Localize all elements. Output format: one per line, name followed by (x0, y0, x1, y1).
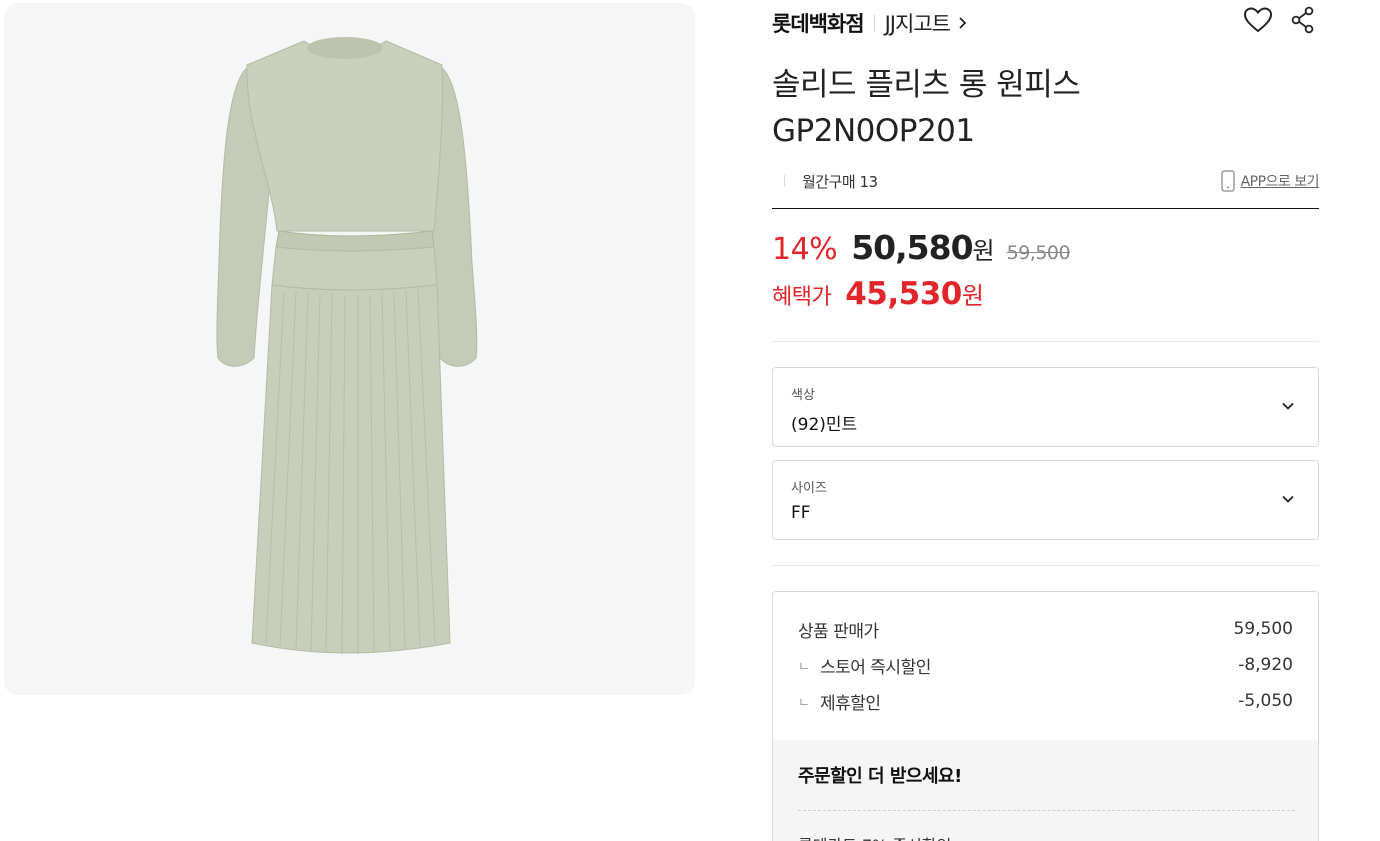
summary-label: 스토어 즉시할인 (819, 657, 931, 678)
mobile-phone-icon (1220, 170, 1235, 192)
store-brand-row: 롯데백화점 JJ지고트 (772, 8, 968, 38)
product-info-panel: 롯데백화점 JJ지고트 솔리드 플리츠 롱 원피스 GP2N0OP201 월간구… (772, 0, 1320, 841)
dashed-divider (798, 810, 1295, 811)
summary-label: 상품 판매가 (798, 621, 879, 642)
size-select[interactable]: 사이즈 FF (772, 460, 1319, 540)
options-divider (772, 565, 1319, 566)
color-select-value: (92)민트 (791, 415, 858, 435)
share-icon[interactable] (1291, 6, 1315, 34)
summary-value: -8,920 (1238, 655, 1293, 675)
summary-row: 상품 판매가 59,500 (798, 616, 1293, 642)
summary-row: ㄴ 스토어 즉시할인 -8,920 (798, 652, 1293, 678)
color-select[interactable]: 색상 (92)민트 (772, 367, 1319, 447)
benefit-price: 45,530 (845, 276, 962, 312)
color-select-label: 색상 (791, 388, 815, 403)
price-divider (772, 341, 1319, 342)
store-separator (873, 15, 875, 31)
app-view-label: APP으로 보기 (1240, 174, 1320, 190)
benefit-label: 혜택가 (772, 285, 832, 310)
brand-link[interactable]: JJ지고트 (885, 8, 951, 38)
summary-row: ㄴ 제휴할인 -5,050 (798, 688, 1293, 714)
product-title-name: 솔리드 플리츠 롱 원피스 (772, 67, 1081, 103)
dress-illustration (216, 37, 478, 655)
sub-marker: ㄴ (798, 659, 810, 675)
heart-icon[interactable] (1243, 6, 1273, 34)
product-image[interactable] (4, 3, 695, 695)
order-discount-item: 롯데카드 7% 즉시할인 (798, 832, 951, 841)
order-discount-title: 주문할인 더 받으세요! (798, 766, 962, 787)
benefit-price-unit: 원 (961, 282, 984, 310)
meta-separator (784, 175, 785, 187)
original-price: 59,500 (1006, 242, 1071, 264)
title-divider (772, 208, 1319, 209)
sale-price: 50,580 (851, 228, 973, 267)
chevron-down-icon (1280, 491, 1296, 507)
price-row: 14% 50,580 원 59,500 (772, 228, 1071, 274)
summary-label: 제휴할인 (819, 693, 881, 714)
size-select-value: FF (791, 503, 811, 523)
order-discount-section: 주문할인 더 받으세요! 롯데카드 7% 즉시할인 (773, 740, 1318, 841)
app-view-link[interactable]: APP으로 보기 (1220, 170, 1320, 192)
chevron-down-icon (1280, 398, 1296, 414)
product-title: 솔리드 플리츠 롱 원피스 GP2N0OP201 (772, 62, 1252, 154)
store-name[interactable]: 롯데백화점 (772, 8, 865, 38)
benefit-price-row: 혜택가 45,530 원 (772, 276, 984, 320)
summary-value: 59,500 (1233, 619, 1293, 639)
summary-value: -5,050 (1238, 691, 1293, 711)
sale-price-unit: 원 (972, 237, 995, 265)
product-code: GP2N0OP201 (772, 113, 975, 149)
sub-marker: ㄴ (798, 695, 810, 711)
discount-rate: 14% (772, 232, 838, 267)
monthly-purchase: 월간구매 13 (802, 172, 878, 191)
chevron-right-icon[interactable] (958, 16, 968, 30)
meta-row: 월간구매 13 APP으로 보기 (772, 166, 1320, 196)
size-select-label: 사이즈 (791, 481, 827, 496)
top-actions (1243, 6, 1315, 34)
price-summary: 상품 판매가 59,500 ㄴ 스토어 즉시할인 -8,920 ㄴ 제휴할인 -… (772, 591, 1319, 841)
